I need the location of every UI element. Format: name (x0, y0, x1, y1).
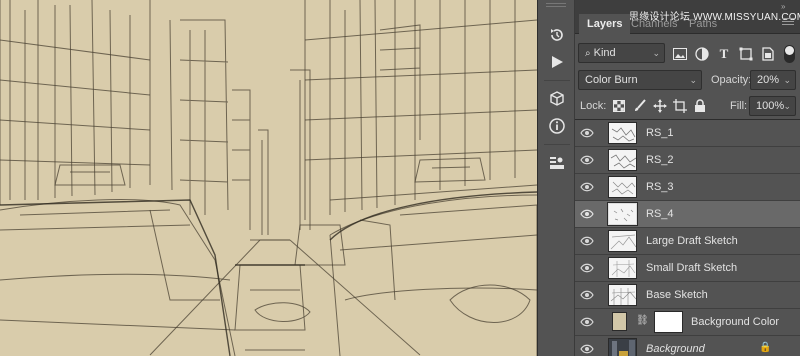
layer-row[interactable]: Small Draft Sketch (575, 255, 800, 282)
visibility-eye-icon[interactable] (580, 235, 594, 247)
layer-name: Small Draft Sketch (646, 262, 738, 274)
lock-artboard-icon[interactable] (672, 98, 688, 114)
layer-thumbnail (608, 257, 637, 279)
lock-position-icon[interactable] (652, 98, 668, 114)
layer-name: Base Sketch (646, 289, 708, 301)
layer-row-selected[interactable]: RS_4 (575, 201, 800, 228)
layer-thumbnail (608, 284, 637, 306)
blend-mode-row: Color Burn ⌄ Opacity: 20% ⌄ (575, 70, 800, 92)
layer-name: RS_4 (646, 208, 674, 220)
layer-row[interactable]: RS_1 (575, 120, 800, 147)
document-canvas[interactable] (0, 0, 537, 356)
lock-transparent-icon[interactable] (611, 98, 627, 114)
panel-menu-icon[interactable] (782, 18, 794, 28)
layer-filter-row: ⌕ Kind ⌄ T (575, 43, 800, 65)
pixel-filter-icon[interactable] (672, 46, 688, 62)
play-actions-icon[interactable] (543, 49, 571, 75)
visibility-eye-icon[interactable] (580, 127, 594, 139)
type-filter-icon[interactable]: T (716, 46, 732, 62)
filter-kind-label: Kind (593, 47, 616, 59)
chevron-down-icon: ⌄ (783, 101, 791, 111)
chevron-down-icon: ⌄ (689, 75, 697, 85)
layer-thumbnail (608, 230, 637, 252)
lock-pixels-icon[interactable] (632, 98, 648, 114)
tab-paths[interactable]: Paths (681, 14, 725, 34)
layers-list: RS_1 RS_2 RS_3 RS_4 Large Draft Sketch S… (575, 119, 800, 356)
search-icon: ⌕ (585, 48, 591, 59)
layer-thumbnail (608, 122, 637, 144)
opacity-input[interactable]: 20% ⌄ (750, 70, 796, 90)
adjustment-filter-icon[interactable] (694, 46, 710, 62)
layer-row[interactable]: Base Sketch (575, 282, 800, 309)
layer-mask-thumbnail[interactable] (654, 311, 683, 333)
layer-name: Background Color (691, 316, 780, 328)
chevron-down-icon: ⌄ (652, 48, 660, 58)
chevron-down-icon: ⌄ (783, 75, 791, 85)
layer-thumbnail (608, 338, 637, 356)
fill-label: Fill: (730, 100, 748, 112)
layer-name: Large Draft Sketch (646, 235, 738, 247)
shape-filter-icon[interactable] (738, 46, 754, 62)
layer-thumbnail (607, 202, 638, 226)
lock-all-icon[interactable] (692, 98, 708, 114)
blend-mode-value: Color Burn (585, 74, 638, 86)
layer-comps-icon[interactable] (543, 150, 571, 176)
fill-value: 100% (756, 100, 785, 112)
layer-thumbnail (608, 149, 637, 171)
blend-mode-dropdown[interactable]: Color Burn ⌄ (578, 70, 702, 90)
lock-icon[interactable]: 🔒 (759, 342, 771, 353)
visibility-eye-icon[interactable] (580, 316, 594, 328)
city-taxi-sketch-artwork (0, 0, 537, 356)
visibility-eye-icon[interactable] (580, 208, 594, 220)
visibility-eye-icon[interactable] (580, 343, 594, 355)
side-tool-strip (537, 0, 575, 356)
panel-grip[interactable] (546, 3, 566, 7)
layer-row[interactable]: RS_2 (575, 147, 800, 174)
history-icon[interactable] (543, 22, 571, 48)
visibility-eye-icon[interactable] (580, 181, 594, 193)
visibility-eye-icon[interactable] (580, 262, 594, 274)
layer-name: Background (646, 343, 705, 355)
color-fill-swatch[interactable] (612, 312, 627, 331)
layer-name: RS_2 (646, 154, 674, 166)
layer-name: RS_1 (646, 127, 674, 139)
lock-label: Lock: (580, 100, 607, 112)
layers-panel: » 思缘设计论坛 WWW.MISSYUAN.COM Layers Channel… (575, 0, 800, 356)
3d-cube-icon[interactable] (543, 86, 571, 112)
lock-row: Lock: Fill: 100% ⌄ (575, 96, 800, 116)
link-chain-icon[interactable]: ⛓ (636, 315, 649, 326)
layer-row[interactable]: ⛓ Background Color (575, 309, 800, 336)
layer-row[interactable]: RS_3 (575, 174, 800, 201)
layer-row[interactable]: Large Draft Sketch (575, 228, 800, 255)
layer-thumbnail (608, 176, 637, 198)
layer-row[interactable]: Background 🔒 (575, 336, 800, 356)
layer-name: RS_3 (646, 181, 674, 193)
opacity-value: 20% (757, 74, 780, 86)
fill-input[interactable]: 100% ⌄ (749, 96, 796, 116)
filter-toggle-switch[interactable] (784, 45, 795, 63)
smart-object-filter-icon[interactable] (760, 46, 776, 62)
panel-tab-bar: » 思缘设计论坛 WWW.MISSYUAN.COM Layers Channel… (575, 0, 800, 34)
filter-kind-dropdown[interactable]: ⌕ Kind ⌄ (578, 43, 665, 63)
visibility-eye-icon[interactable] (580, 154, 594, 166)
visibility-eye-icon[interactable] (580, 289, 594, 301)
info-icon[interactable] (543, 113, 571, 139)
opacity-label: Opacity: (711, 74, 752, 86)
tab-channels[interactable]: Channels (623, 14, 685, 34)
